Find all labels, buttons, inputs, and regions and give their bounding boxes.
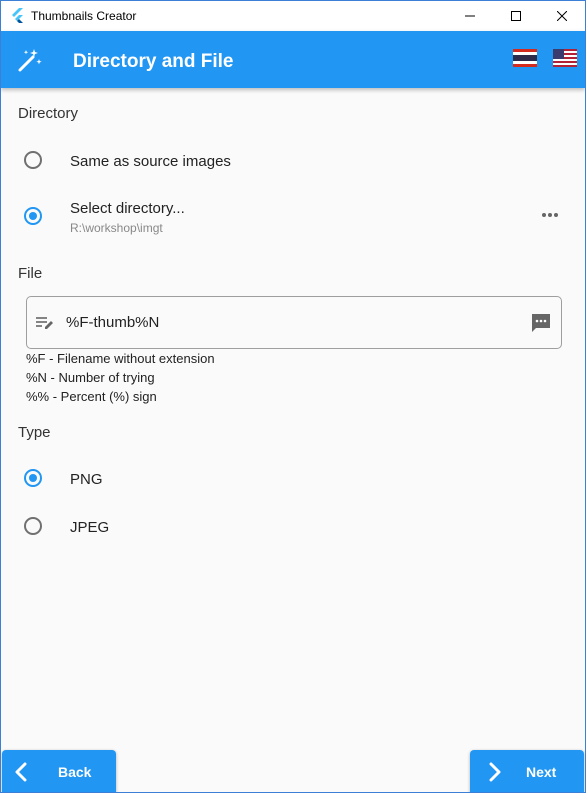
back-label: Back [58,764,92,780]
radio-button[interactable] [24,151,42,169]
more-options-button[interactable] [537,205,563,225]
radio-label: Select directory... [70,200,185,217]
window-titlebar: Thumbnails Creator [1,1,585,31]
page-title: Directory and File [73,51,234,72]
window-title: Thumbnails Creator [31,9,137,23]
next-button[interactable]: Next [470,750,584,792]
flutter-logo-icon [12,8,23,23]
thailand-flag-icon[interactable] [513,49,537,67]
comment-icon[interactable] [530,312,552,334]
type-label: Type [18,424,51,441]
back-button[interactable]: Back [2,750,116,792]
help-text-percent: %% - Percent (%) sign [26,389,157,404]
close-button[interactable] [539,1,585,31]
radio-label: PNG [70,471,103,488]
edit-note-icon [36,317,53,329]
radio-label: JPEG [70,519,110,536]
app-window: Thumbnails Creator Directory and File Di… [0,0,586,793]
magic-wand-icon [18,49,42,72]
maximize-icon [511,11,521,21]
help-text-number: %N - Number of trying [26,370,155,385]
close-icon [557,11,567,21]
filename-pattern-input[interactable] [66,311,506,333]
radio-button[interactable] [24,207,42,225]
directory-path: R:\workshop\imgt [70,221,163,235]
radio-jpeg[interactable]: JPEG [1,504,585,548]
help-text-filename: %F - Filename without extension [26,351,215,366]
radio-button[interactable] [24,517,42,535]
radio-select-directory[interactable]: Select directory... R:\workshop\imgt [1,191,585,235]
file-label: File [18,265,43,282]
next-label: Next [526,764,557,780]
us-flag-icon[interactable] [553,49,577,67]
minimize-button[interactable] [447,1,493,31]
radio-png[interactable]: PNG [1,456,585,500]
radio-same-as-source[interactable]: Same as source images [1,138,585,182]
chevron-right-icon [489,762,501,782]
maximize-button[interactable] [493,1,539,31]
radio-label: Same as source images [70,153,231,170]
directory-label: Directory [18,105,79,122]
minimize-icon [465,15,475,17]
app-bar: Directory and File [1,31,585,88]
chevron-left-icon [15,762,27,782]
filename-pattern-field[interactable] [26,296,562,349]
radio-button[interactable] [24,469,42,487]
more-horiz-icon [542,213,558,217]
